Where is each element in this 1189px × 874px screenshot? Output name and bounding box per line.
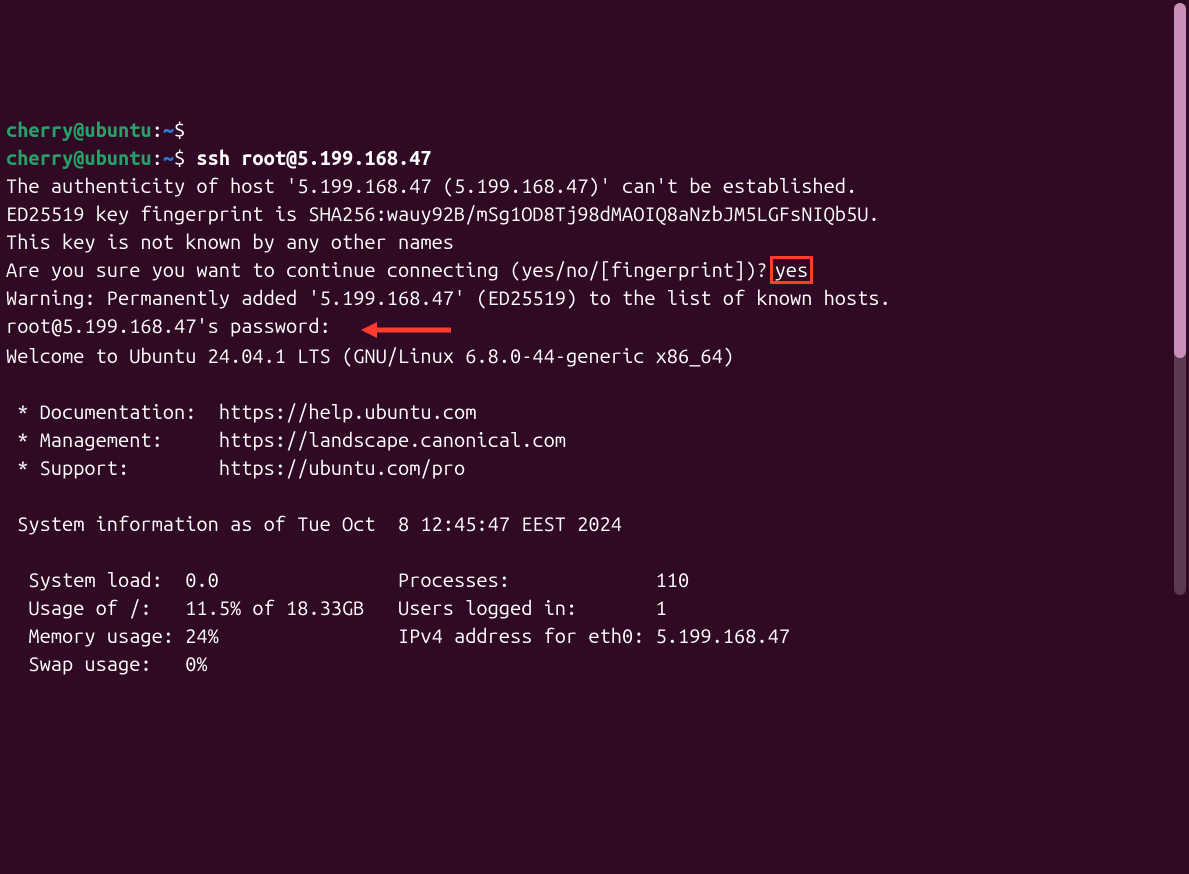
sysinfo-row-1: System load: 0.0 Processes: 110 — [6, 566, 1183, 594]
command-text: ssh root@5.199.168.47 — [196, 146, 431, 169]
sysinfo-row-4: Swap usage: 0% — [6, 650, 1183, 678]
sysinfo-header: System information as of Tue Oct 8 12:45… — [6, 510, 1183, 538]
mgmt-url: https://landscape.canonical.com — [219, 428, 566, 451]
sysinfo-row-3: Memory usage: 24% IPv4 address for eth0:… — [6, 622, 1183, 650]
scrollbar-thumb[interactable] — [1174, 3, 1186, 358]
prompt-line-2: cherry@ubuntu:~$ ssh root@5.199.168.47 — [6, 144, 1183, 172]
blank-line — [6, 482, 1183, 510]
ssh-confirm-answer: yes — [775, 258, 809, 281]
cwd: ~ — [163, 146, 174, 169]
user-host: cherry@ubuntu — [6, 118, 152, 141]
motd-doc-line: * Documentation: https://help.ubuntu.com — [6, 398, 1183, 426]
cwd: ~ — [163, 118, 174, 141]
annotation-highlight-box: yes — [770, 256, 814, 284]
support-url: https://ubuntu.com/pro — [219, 456, 465, 479]
prompt-line-1: cherry@ubuntu:~$ — [6, 116, 1183, 144]
ssh-auth-line: The authenticity of host '5.199.168.47 (… — [6, 172, 1183, 200]
sysinfo-row-2: Usage of /: 11.5% of 18.33GB Users logge… — [6, 594, 1183, 622]
user-host: cherry@ubuntu — [6, 146, 152, 169]
motd-mgmt-line: * Management: https://landscape.canonica… — [6, 426, 1183, 454]
ssh-warning-line: Warning: Permanently added '5.199.168.47… — [6, 284, 1183, 312]
ssh-confirm-line: Are you sure you want to continue connec… — [6, 256, 1183, 284]
motd-welcome: Welcome to Ubuntu 24.04.1 LTS (GNU/Linux… — [6, 342, 1183, 370]
terminal-output[interactable]: cherry@ubuntu:~$cherry@ubuntu:~$ ssh roo… — [6, 116, 1183, 678]
ssh-fingerprint-line: ED25519 key fingerprint is SHA256:wauy92… — [6, 200, 1183, 228]
annotation-arrow — [361, 314, 451, 342]
blank-line — [6, 538, 1183, 566]
arrow-left-icon — [361, 320, 451, 340]
ssh-password-line: root@5.199.168.47's password: — [6, 312, 1183, 342]
scrollbar-vertical[interactable] — [1174, 3, 1186, 595]
blank-line — [6, 370, 1183, 398]
doc-url: https://help.ubuntu.com — [219, 400, 477, 423]
ssh-password-prompt: root@5.199.168.47's password: — [6, 314, 331, 337]
ssh-not-known-line: This key is not known by any other names — [6, 228, 1183, 256]
ssh-confirm-prompt: Are you sure you want to continue connec… — [6, 258, 768, 281]
motd-support-line: * Support: https://ubuntu.com/pro — [6, 454, 1183, 482]
